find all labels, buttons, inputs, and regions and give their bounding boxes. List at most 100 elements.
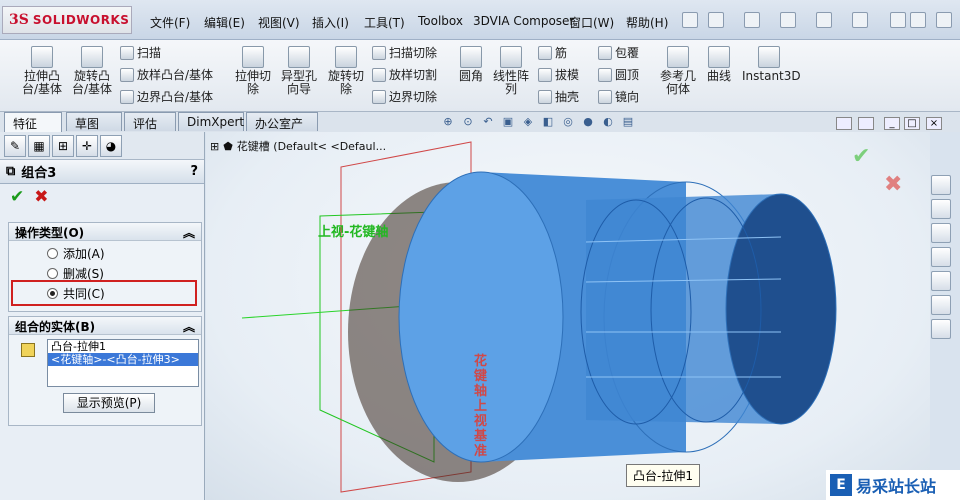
zoom-area-icon[interactable]: ⊙ — [460, 115, 476, 129]
loft-cut-button[interactable]: 放样切割 — [372, 66, 437, 83]
hide-show-icon[interactable]: ◎ — [560, 115, 576, 129]
menu-3dvia[interactable]: 3DVIA Composer — [473, 14, 574, 28]
pattern-label: 线性阵列 — [492, 69, 529, 96]
options-icon[interactable] — [816, 12, 832, 28]
task-pane-resources-icon[interactable] — [931, 175, 951, 195]
close-icon[interactable] — [936, 12, 952, 28]
feature-tree-icon[interactable]: ✎ — [4, 135, 26, 157]
save-icon[interactable] — [780, 12, 796, 28]
configuration-icon[interactable]: ⊞ — [52, 135, 74, 157]
radio-subtract-button[interactable] — [47, 267, 58, 279]
revolve-boss-button[interactable]: 旋转凸台/基体 — [68, 46, 116, 96]
rib-button[interactable]: 筋 — [538, 44, 567, 61]
scene-icon[interactable]: ◐ — [600, 115, 616, 129]
tab-features[interactable]: 特征 — [4, 112, 62, 132]
solidworks-logo[interactable]: 3S SOLIDWORKS — [2, 6, 132, 34]
operation-type-header[interactable]: 操作类型(O) ︽ — [9, 223, 201, 241]
previous-view-icon[interactable]: ↶ — [480, 115, 496, 129]
bodies-list[interactable]: 凸台-拉伸1 <花键轴>-<凸台-拉伸3> — [47, 339, 199, 387]
expand-icon[interactable]: ⊞ — [210, 140, 219, 153]
sweep-cut-button[interactable]: 扫描切除 — [372, 44, 437, 61]
custom-properties-icon[interactable] — [931, 319, 951, 339]
list-item[interactable]: <花键轴>-<凸台-拉伸3> — [48, 353, 198, 366]
dimxpert-icon[interactable]: ✛ — [76, 135, 98, 157]
dome-label: 圆顶 — [615, 68, 640, 82]
extrude-boss-button[interactable]: 拉伸凸台/基体 — [18, 46, 66, 96]
folder-icon[interactable] — [931, 247, 951, 267]
menu-toolbox[interactable]: Toolbox — [418, 14, 463, 28]
open-file-icon[interactable] — [744, 12, 760, 28]
menu-window[interactable]: 窗口(W) — [569, 14, 614, 31]
loft-button[interactable]: 放样凸台/基体 — [120, 66, 213, 83]
radio-add-label: 添加(A) — [63, 246, 105, 261]
view-settings-icon[interactable]: ▤ — [620, 115, 636, 129]
graphics-area[interactable]: 上视-花键轴 花键轴 上视基准 ✔ ✖ — [206, 132, 930, 500]
split-view-icon[interactable] — [858, 117, 874, 130]
panel-help-button[interactable]: ? — [190, 164, 198, 179]
tab-sketch[interactable]: 草图 — [66, 112, 122, 131]
appearances-icon[interactable] — [931, 295, 951, 315]
collapse-icon[interactable]: ︽ — [183, 318, 195, 334]
viewport-cancel-icon[interactable]: ✖ — [884, 172, 902, 197]
hole-wizard-button[interactable]: 异型孔向导 — [278, 46, 320, 96]
wrap-button[interactable]: 包覆 — [598, 44, 639, 61]
mirror-button[interactable]: 镜向 — [598, 88, 639, 105]
library-icon[interactable] — [931, 223, 951, 243]
menu-tools[interactable]: 工具(T) — [364, 14, 405, 31]
boundary-cut-button[interactable]: 边界切除 — [372, 88, 437, 105]
menu-edit[interactable]: 编辑(E) — [204, 14, 245, 31]
view-palette-icon[interactable] — [931, 271, 951, 291]
fillet-button[interactable]: 圆角 — [456, 46, 486, 83]
menu-file[interactable]: 文件(F) — [150, 14, 190, 31]
sweep-button[interactable]: 扫描 — [120, 44, 161, 61]
cancel-x-icon[interactable]: ✖ — [34, 187, 48, 207]
radio-add[interactable]: 添加(A) — [9, 243, 201, 263]
minimize-icon[interactable] — [890, 12, 906, 28]
revolve-cut-button[interactable]: 旋转切除 — [324, 46, 368, 96]
revolve-icon — [81, 46, 103, 68]
doc-restore-icon[interactable]: □ — [904, 117, 920, 130]
draft-button[interactable]: 拔模 — [538, 66, 579, 83]
list-item[interactable]: 凸台-拉伸1 — [48, 340, 198, 353]
linear-pattern-button[interactable]: 线性阵列 — [490, 46, 532, 96]
tab-dimxpert[interactable]: DimXpert — [178, 112, 244, 131]
viewport-ok-icon[interactable]: ✔ — [852, 144, 870, 169]
doc-close-icon[interactable]: × — [926, 117, 942, 130]
restore-icon[interactable] — [910, 12, 926, 28]
extrude-icon — [31, 46, 53, 68]
dome-button[interactable]: 圆顶 — [598, 66, 639, 83]
appearance-icon[interactable]: ● — [580, 115, 596, 129]
combine-feature-icon: ⧉ — [6, 164, 16, 179]
tile-view-icon[interactable] — [836, 117, 852, 130]
section-view-icon[interactable]: ▣ — [500, 115, 516, 129]
menu-view[interactable]: 视图(V) — [258, 14, 300, 31]
ok-check-icon[interactable]: ✔ — [10, 187, 24, 207]
bodies-label: 组合的实体(B) — [15, 320, 96, 334]
feature-tree-flyout[interactable]: ⊞ ⬟ 花键槽 (Default< <Defaul... — [210, 138, 386, 154]
bodies-header[interactable]: 组合的实体(B) ︽ — [9, 317, 201, 335]
home-icon[interactable] — [931, 199, 951, 219]
shell-button[interactable]: 抽壳 — [538, 88, 579, 105]
display-style-icon[interactable]: ◧ — [540, 115, 556, 129]
tab-evaluate[interactable]: 评估 — [124, 112, 176, 131]
radio-add-button[interactable] — [47, 247, 58, 259]
hole-wizard-icon — [288, 46, 310, 68]
curves-button[interactable]: 曲线 — [704, 46, 734, 83]
menu-help[interactable]: 帮助(H) — [626, 14, 668, 31]
menu-insert[interactable]: 插入(I) — [312, 14, 349, 31]
new-file-icon[interactable] — [708, 12, 724, 28]
boundary-button[interactable]: 边界凸台/基体 — [120, 88, 213, 105]
doc-minimize-icon[interactable]: _ — [884, 117, 900, 130]
display-manager-icon[interactable]: ◕ — [100, 135, 122, 157]
help-icon[interactable] — [852, 12, 868, 28]
zoom-fit-icon[interactable]: ⊕ — [440, 115, 456, 129]
instant3d-button[interactable]: Instant3D — [742, 46, 801, 83]
tab-office[interactable]: 办公室产品 — [246, 112, 318, 148]
view-orientation-icon[interactable]: ◈ — [520, 115, 536, 129]
property-manager-icon[interactable]: ▦ — [28, 135, 50, 157]
pin-icon[interactable] — [682, 12, 698, 28]
collapse-icon[interactable]: ︽ — [183, 224, 195, 240]
extrude-cut-button[interactable]: 拉伸切除 — [232, 46, 274, 96]
reference-geometry-button[interactable]: 参考几何体 — [658, 46, 698, 96]
show-preview-button[interactable]: 显示预览(P) — [63, 393, 155, 413]
